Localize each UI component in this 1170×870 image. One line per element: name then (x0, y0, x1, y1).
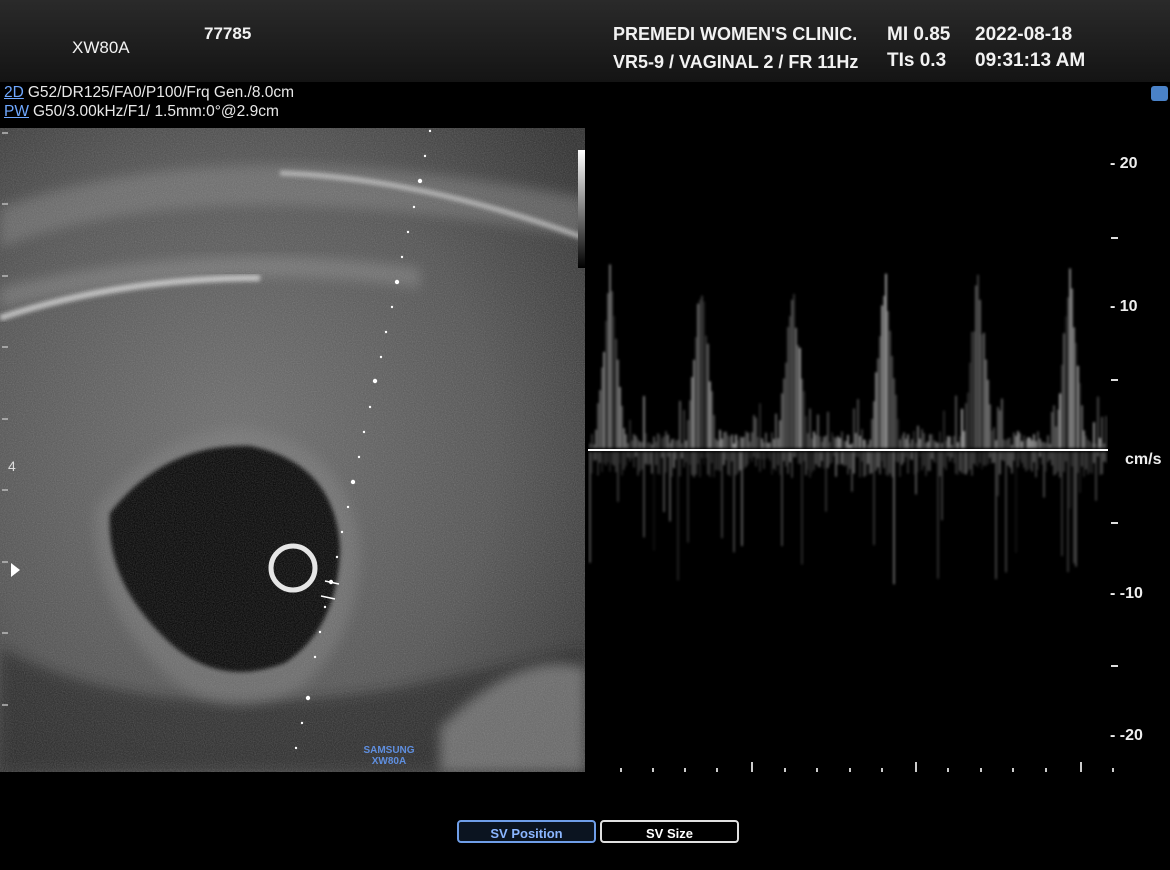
velocity-unit: cm/s (1125, 451, 1162, 468)
pw-mode-tag: PW (4, 103, 29, 120)
logo-model: XW80A (371, 756, 407, 767)
probe-orientation-icon (1151, 86, 1168, 101)
exam-date: 2022-08-18 (975, 24, 1073, 45)
depth-scale-label: 4 (8, 458, 16, 474)
sv-size-button[interactable]: SV Size (600, 820, 739, 843)
doppler-spectrum (588, 128, 1108, 776)
twod-mode-tag: 2D (4, 84, 24, 101)
samsung-logo: SAMSUNG XW80A (358, 745, 420, 767)
pw-parameter-text: G50/3.00kHz/F1/ 1.5mm:0°@2.9cm (32, 103, 279, 120)
pw-parameters: PW G50/3.00kHz/F1/ 1.5mm:0°@2.9cm (4, 103, 279, 121)
logo-brand: SAMSUNG (363, 745, 415, 756)
grayscale-bar (578, 150, 585, 268)
twod-parameters: 2D G52/DR125/FA0/P100/Frq Gen./8.0cm (4, 84, 294, 102)
thermal-index: TIs 0.3 (887, 50, 947, 71)
mechanical-index: MI 0.85 (887, 24, 951, 45)
probe-preset: VR5-9 / VAGINAL 2 / FR 11Hz (613, 52, 859, 72)
device-model: XW80A (72, 38, 130, 57)
exam-time: 09:31:13 AM (975, 50, 1086, 71)
velocity-ticks (1111, 237, 1118, 667)
focus-marker-icon[interactable] (11, 563, 20, 577)
patient-id: 77785 (204, 24, 252, 43)
bmode-image (0, 128, 585, 772)
sv-position-button[interactable]: SV Position (457, 820, 596, 843)
twod-parameter-text: G52/DR125/FA0/P100/Frq Gen./8.0cm (27, 84, 295, 101)
clinic-name: PREMEDI WOMEN'S CLINIC. (613, 24, 858, 44)
header-bar: XW80A 77785 PREMEDI WOMEN'S CLINIC. VR5-… (0, 0, 1170, 82)
time-axis-ticks (620, 762, 1114, 772)
